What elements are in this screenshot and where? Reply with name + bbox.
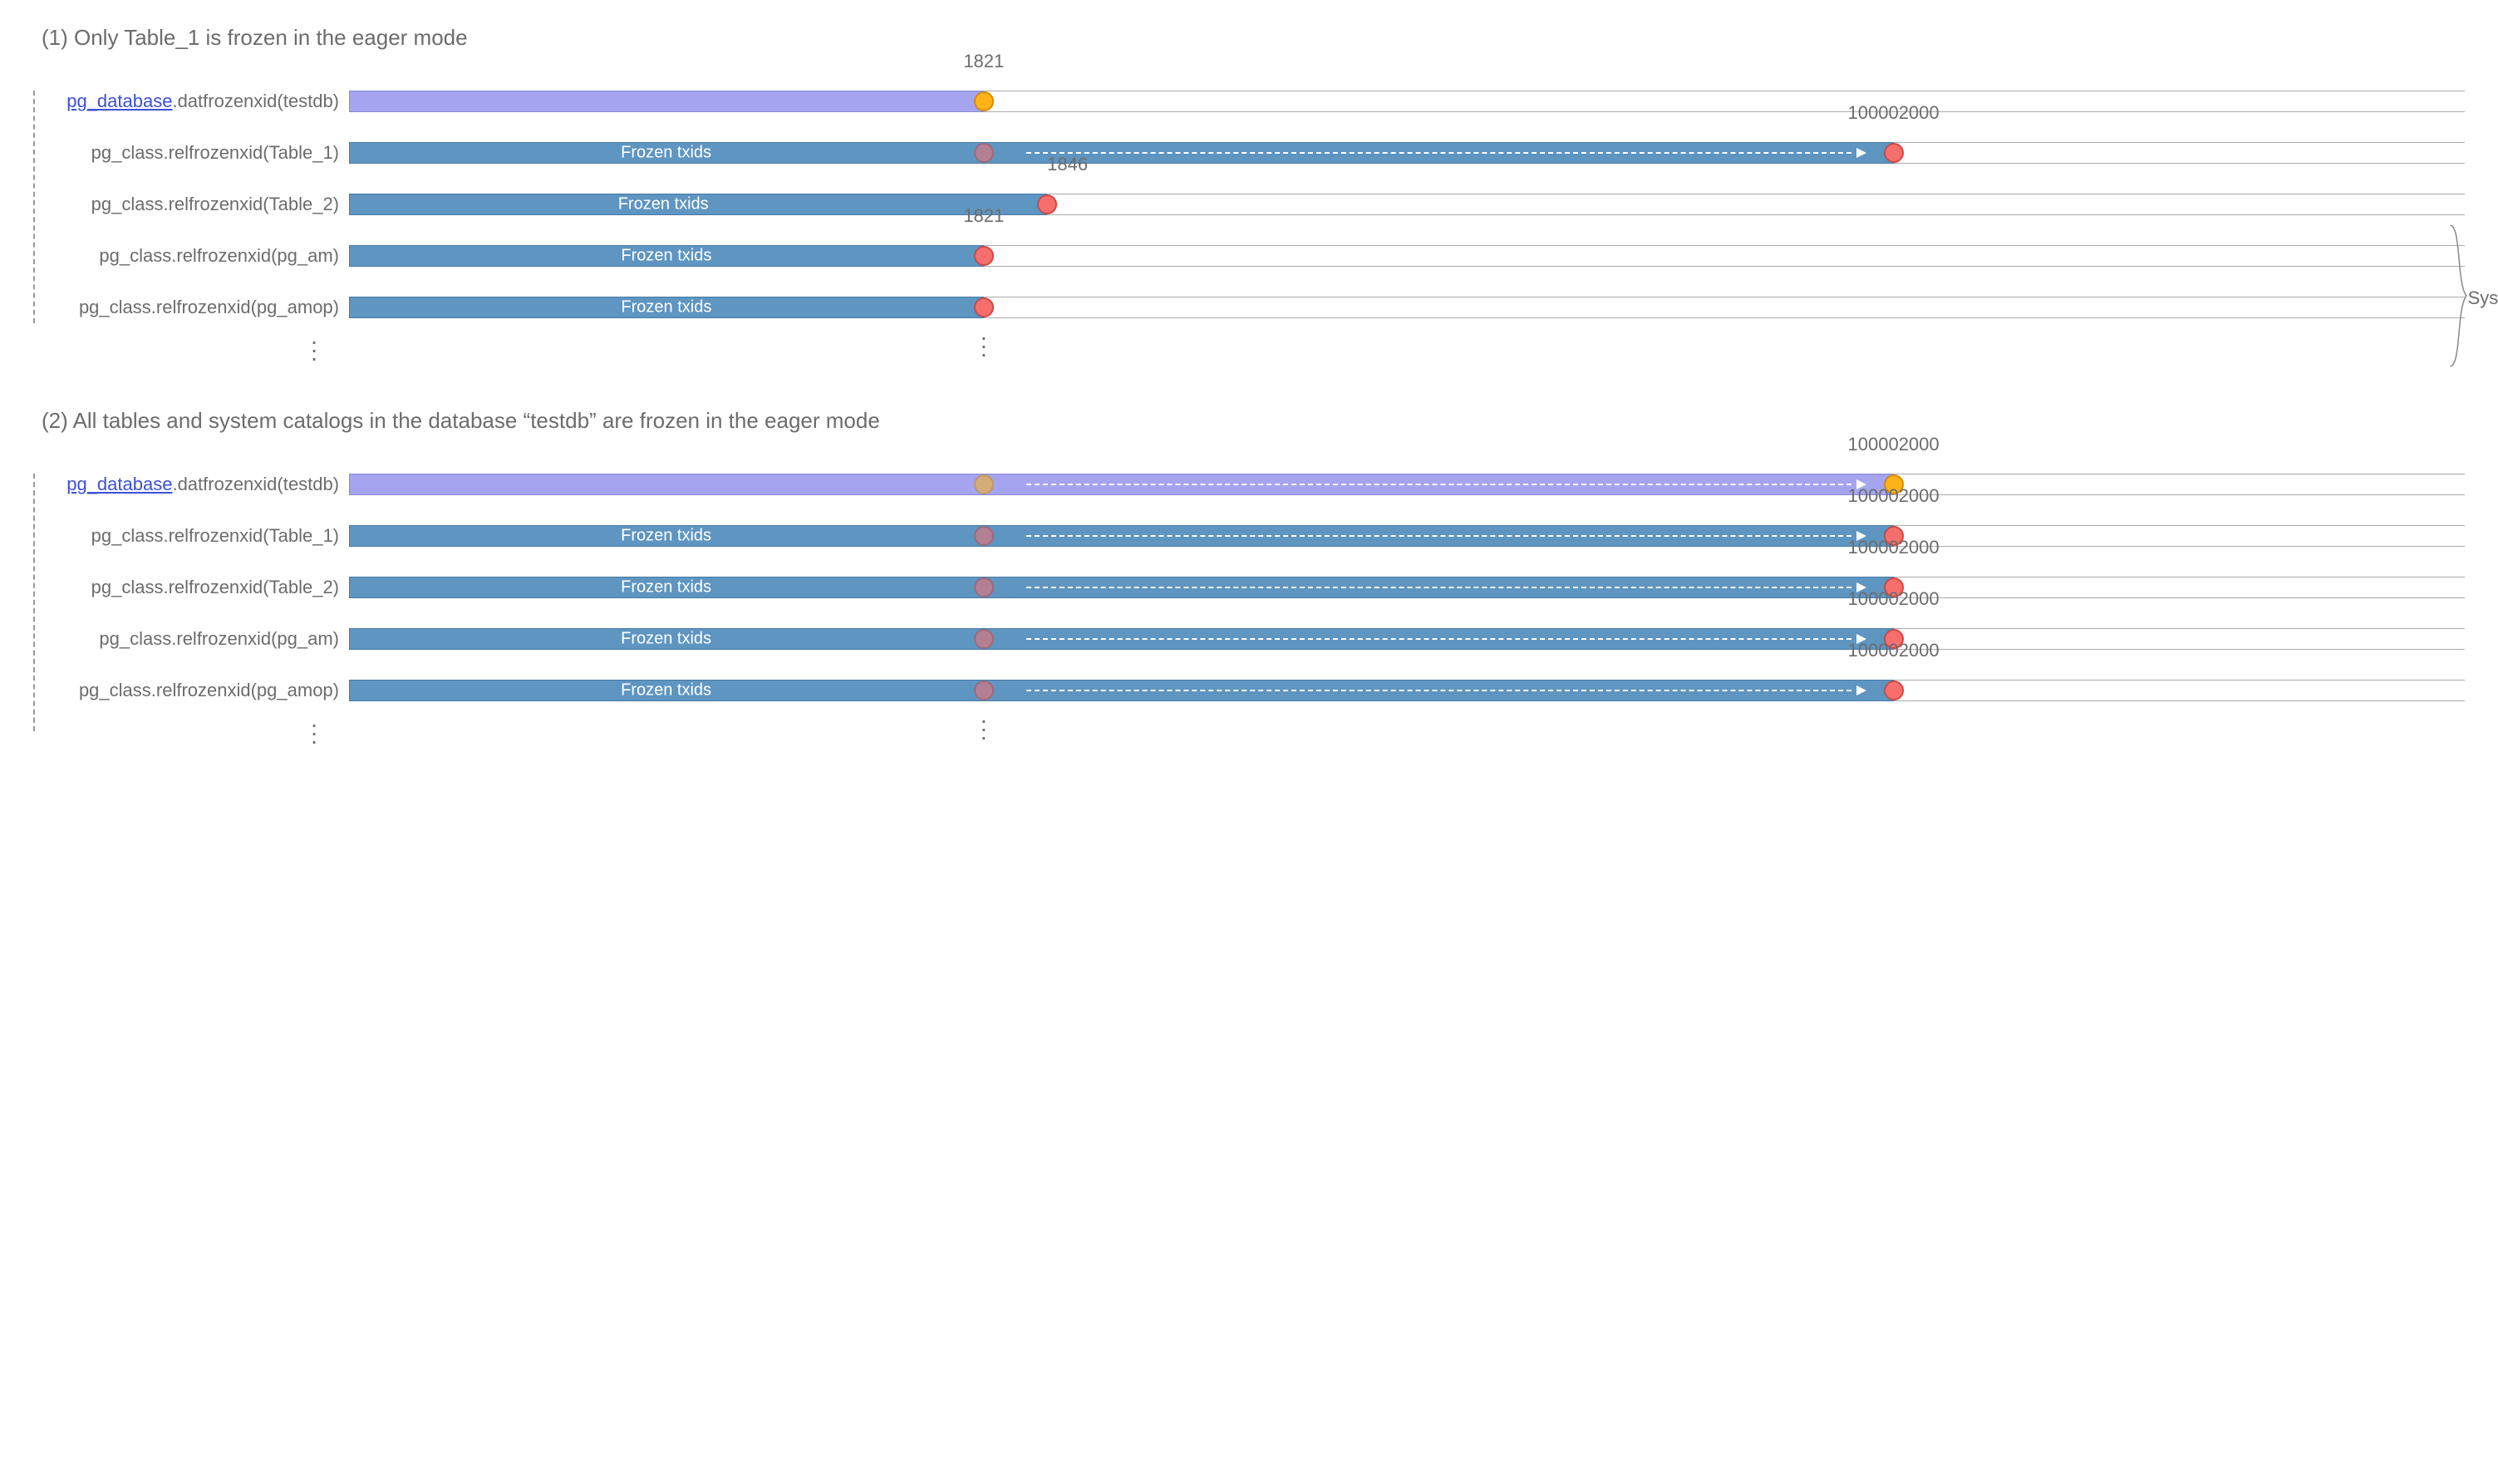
row-table1-2: pg_class.relfrozenxid(Table_1) Frozen tx… — [33, 510, 2465, 562]
pgam-bar: Frozen txids — [349, 245, 984, 267]
vdots-right: ··· — [980, 333, 987, 358]
pgam-value-label: 1821 — [963, 205, 1004, 227]
row-pgam: pg_class.relfrozenxid(pg_am) Frozen txid… — [33, 230, 2465, 282]
vdots-right-2: ··· — [980, 716, 987, 741]
pgamop-bar: Frozen txids — [349, 297, 984, 318]
db-bar — [349, 91, 984, 112]
timeline-pgamop: Frozen txids — [349, 282, 2465, 333]
arrow-line — [1026, 638, 1851, 640]
arrow-line — [1026, 484, 1851, 485]
bar-text: Frozen txids — [621, 527, 711, 546]
label-db-2: pg_database.datfrozenxid(testdb) — [33, 474, 349, 495]
row-table1: pg_class.relfrozenxid(Table_1) Frozen tx… — [33, 127, 2465, 179]
vdots-left: ··· — [289, 337, 339, 362]
label-table2-2: pg_class.relfrozenxid(Table_2) — [33, 577, 349, 598]
arrow-line — [1026, 152, 1851, 154]
timeline-db-2: 100002000 — [349, 459, 2465, 510]
row-vdots: ··· ··· — [33, 333, 2465, 366]
bar-text: Frozen txids — [621, 247, 711, 266]
row-table2: pg_class.relfrozenxid(Table_2) Frozen tx… — [33, 179, 2465, 230]
amop-value-label-2: 100002000 — [1848, 640, 1940, 661]
t2-dot-old — [974, 577, 994, 597]
table1-dot-new — [1884, 143, 1904, 163]
timeline-pgamop-2: Frozen txids 100002000 — [349, 665, 2465, 716]
arrow-line — [1026, 587, 1851, 588]
label-pgamop: pg_class.relfrozenxid(pg_amop) — [33, 297, 349, 318]
pg-database-link[interactable]: pg_database — [66, 91, 172, 111]
timeline-db: 1821 — [349, 76, 2465, 127]
label-pgamop-2: pg_class.relfrozenxid(pg_amop) — [33, 680, 349, 701]
label-db: pg_database.datfrozenxid(testdb) — [33, 91, 349, 112]
db-value-label-2: 100002000 — [1848, 434, 1940, 455]
amop-dot-new — [1884, 681, 1904, 700]
timeline-table1: Frozen txids 100002000 — [349, 127, 2465, 179]
row-pgamop: pg_class.relfrozenxid(pg_amop) Frozen tx… — [33, 282, 2465, 333]
db-dot-old — [974, 474, 994, 494]
label-table2: pg_class.relfrozenxid(Table_2) — [33, 194, 349, 215]
table2-value-label: 1846 — [1047, 154, 1088, 175]
label-table1: pg_class.relfrozenxid(Table_1) — [33, 142, 349, 164]
table2-dot — [1037, 194, 1057, 214]
section-2: (2) All tables and system catalogs in th… — [33, 408, 2465, 749]
vdots-left-2: ··· — [289, 720, 339, 745]
row-pgamop-2: pg_class.relfrozenxid(pg_amop) Frozen tx… — [33, 665, 2465, 716]
timeline-table1-2: Frozen txids 100002000 — [349, 510, 2465, 562]
bar-text: Frozen txids — [621, 298, 711, 317]
bar-text: Frozen txids — [621, 578, 711, 597]
brace-label: System catalogs — [2468, 287, 2498, 309]
timeline-table2: Frozen txids 1846 — [349, 179, 2465, 230]
bar-text: Frozen txids — [621, 144, 711, 163]
table2-bar: Frozen txids — [349, 194, 1047, 215]
timeline-pgam: Frozen txids 1821 — [349, 230, 2465, 282]
label-pgam-2: pg_class.relfrozenxid(pg_am) — [33, 628, 349, 650]
am-dot-old — [974, 629, 994, 649]
t1-dot-old — [974, 526, 994, 546]
db-dot — [974, 91, 994, 111]
timeline-table2-2: Frozen txids 100002000 — [349, 562, 2465, 613]
am-value-label-2: 100002000 — [1848, 588, 1940, 610]
section-1: (1) Only Table_1 is frozen in the eager … — [33, 25, 2465, 366]
timeline-pgam-2: Frozen txids 100002000 — [349, 613, 2465, 665]
arrow-line — [1026, 535, 1851, 537]
row-db: pg_database.datfrozenxid(testdb) 1821 — [33, 76, 2465, 127]
db-value-label: 1821 — [963, 51, 1004, 72]
label-pgam: pg_class.relfrozenxid(pg_am) — [33, 245, 349, 267]
row-vdots-2: ··· ··· — [33, 716, 2465, 749]
brace-icon — [2446, 225, 2470, 366]
table1-value-label: 100002000 — [1848, 102, 1940, 124]
label-db-rest-2: .datfrozenxid(testdb) — [172, 474, 339, 494]
bar-text: Frozen txids — [621, 681, 711, 700]
arrow-head-icon — [1856, 685, 1866, 695]
t2-value-label-2: 100002000 — [1848, 537, 1940, 558]
table1-dot-old — [974, 143, 994, 163]
arrow-head-icon — [1856, 148, 1866, 158]
arrow-line — [1026, 690, 1851, 691]
pg-database-link-2[interactable]: pg_database — [66, 474, 172, 494]
label-db-rest: .datfrozenxid(testdb) — [172, 91, 339, 111]
bar-text: Frozen txids — [618, 195, 709, 214]
row-pgam-2: pg_class.relfrozenxid(pg_am) Frozen txid… — [33, 613, 2465, 665]
t1-value-label-2: 100002000 — [1848, 485, 1940, 507]
pgamop-dot — [974, 297, 994, 317]
amop-dot-old — [974, 681, 994, 700]
section-2-title: (2) All tables and system catalogs in th… — [42, 408, 2465, 434]
row-table2-2: pg_class.relfrozenxid(Table_2) Frozen tx… — [33, 562, 2465, 613]
label-table1-2: pg_class.relfrozenxid(Table_1) — [33, 525, 349, 547]
pgam-dot — [974, 246, 994, 266]
row-db-2: pg_database.datfrozenxid(testdb) 1000020… — [33, 459, 2465, 510]
section-1-title: (1) Only Table_1 is frozen in the eager … — [42, 25, 2465, 51]
bar-text: Frozen txids — [621, 630, 711, 649]
